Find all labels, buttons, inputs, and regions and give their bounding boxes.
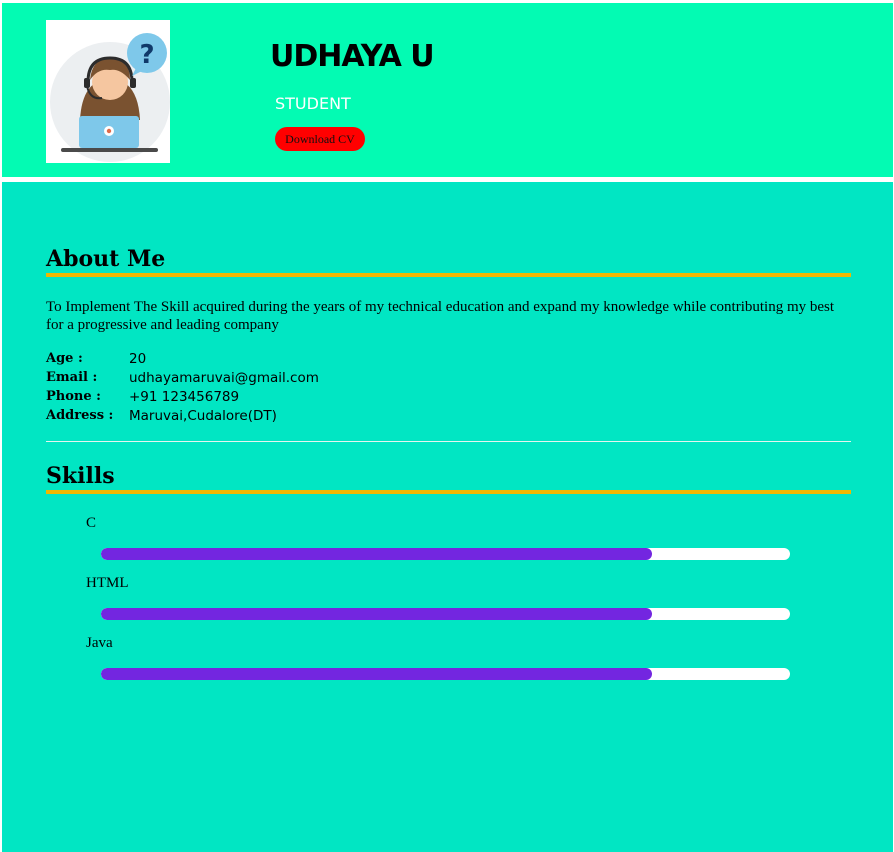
profile-header: ? UDHAYA U STUDENT Download CV [2,3,893,177]
info-label: Email : [46,370,98,385]
profile-name: UDHAYA U [270,39,435,74]
resume-content: About Me To Implement The Skill acquired… [2,182,893,852]
section-divider [46,441,851,442]
skills-heading: Skills [46,463,115,489]
info-label: Age : [46,351,83,366]
skill-label-html: HTML [86,575,129,591]
avatar: ? [46,20,170,163]
info-label: Phone : [46,389,101,404]
skill-bar-html [101,608,790,620]
download-cv-button[interactable]: Download CV [275,127,365,151]
info-value: +91 123456789 [129,389,240,405]
svg-text:?: ? [139,40,154,70]
skills-heading-underline [46,490,851,494]
info-value: Maruvai,Cudalore(DT) [129,408,277,424]
info-label: Address : [46,408,114,423]
skill-bar-c [101,548,790,560]
info-value: 20 [129,351,147,367]
about-heading: About Me [46,246,166,272]
skill-label-java: Java [86,635,113,651]
support-agent-illustration: ? [50,33,170,162]
about-heading-underline [46,273,851,277]
skill-bar-fill [101,668,653,680]
skill-label-c: C [86,515,97,531]
about-description: To Implement The Skill acquired during t… [46,299,835,333]
skill-bar-fill [101,548,653,560]
info-value: udhayamaruvai@gmail.com [129,370,319,386]
skill-bar-java [101,668,790,680]
profile-role: STUDENT [275,94,351,113]
skill-bar-fill [101,608,653,620]
